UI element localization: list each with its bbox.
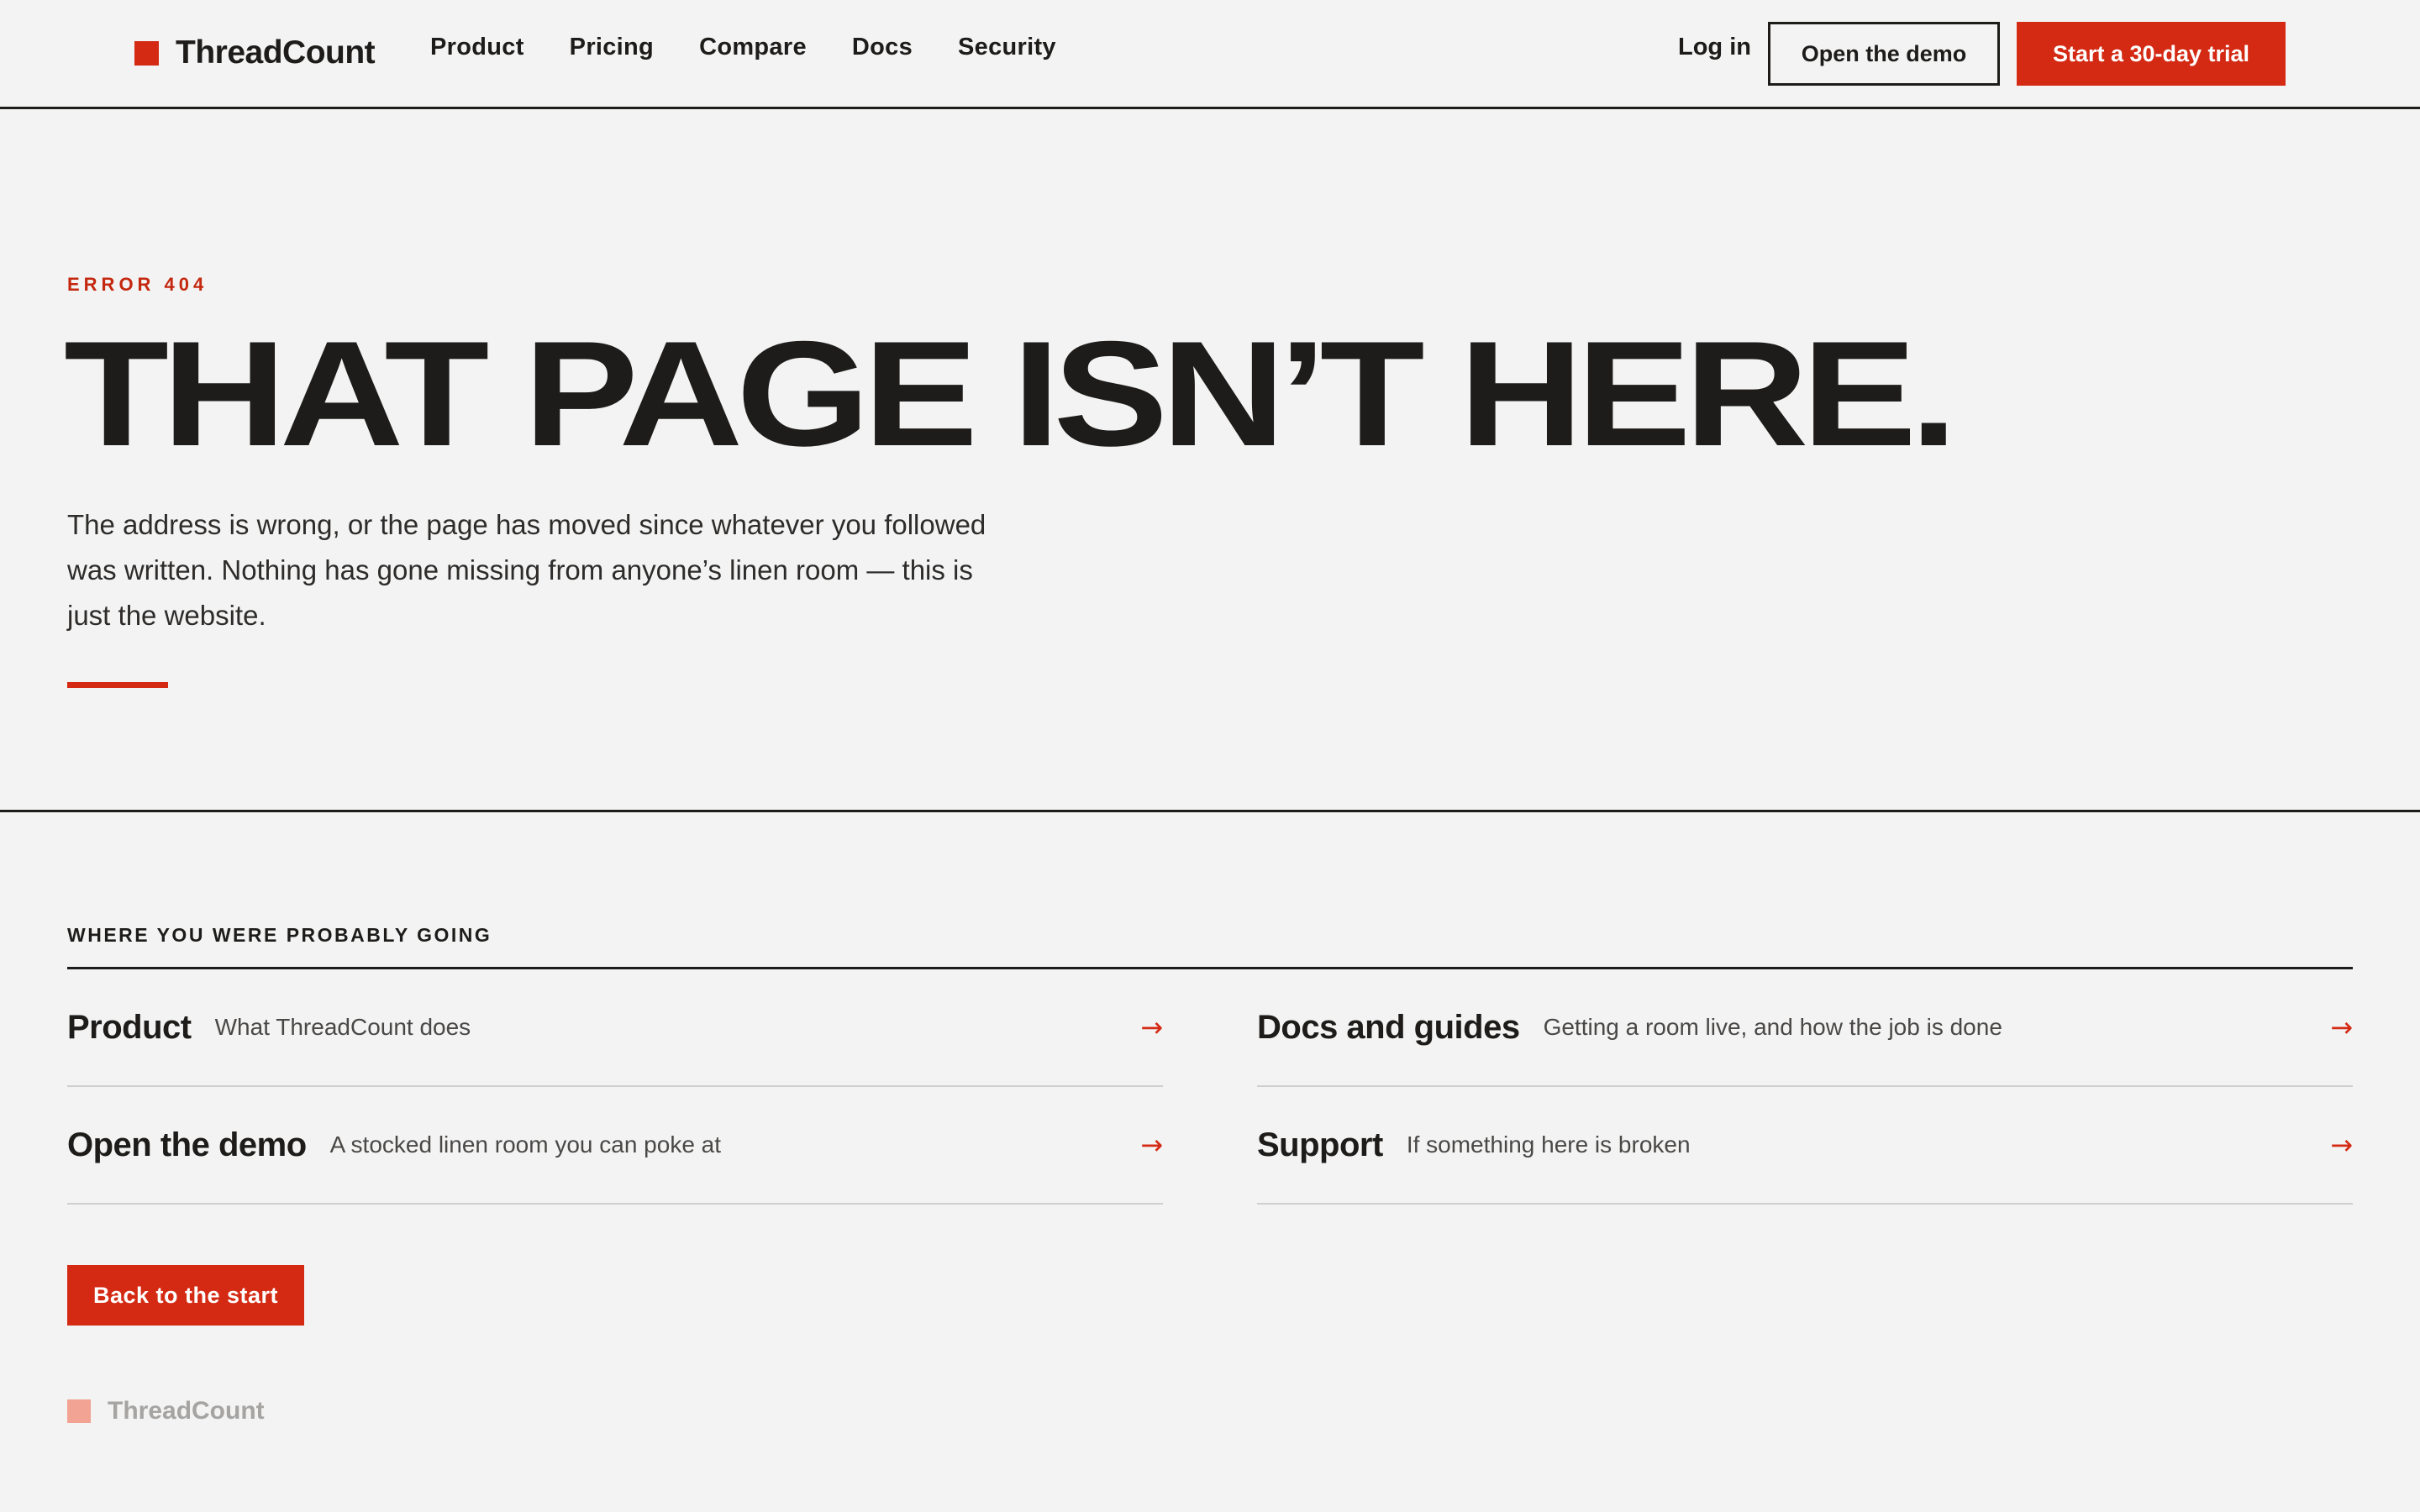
- suggestion-link-support[interactable]: Support If something here is broken →: [1257, 1087, 2353, 1205]
- section-divider: [0, 810, 2420, 812]
- error-description: The address is wrong, or the page has mo…: [67, 509, 986, 631]
- nav-link-compare[interactable]: Compare: [699, 34, 807, 61]
- login-link[interactable]: Log in: [1678, 30, 1751, 64]
- back-to-start-button[interactable]: Back to the start: [67, 1265, 304, 1326]
- suggestion-description: A stocked linen room you can poke at: [329, 1131, 722, 1158]
- footer-brand-link[interactable]: ThreadCount: [67, 1396, 265, 1426]
- arrow-right-icon: →: [1140, 1129, 1163, 1161]
- brand-logo-link[interactable]: ThreadCount: [134, 32, 376, 74]
- suggestions-heading: WHERE YOU WERE PROBABLY GOING: [67, 924, 492, 946]
- nav-link-security[interactable]: Security: [958, 34, 1056, 61]
- suggestion-description: If something here is broken: [1406, 1131, 1691, 1158]
- site-header: ThreadCount Product Pricing Compare Docs…: [0, 0, 2420, 109]
- nav-link-product[interactable]: Product: [430, 34, 524, 61]
- page-title: THAT PAGE ISN’T HERE.: [64, 310, 1958, 477]
- suggestion-link-docs[interactable]: Docs and guides Getting a room live, and…: [1257, 969, 2353, 1087]
- accent-rule: [67, 682, 168, 688]
- suggestion-title: Product: [67, 1008, 192, 1046]
- brand-name: ThreadCount: [176, 34, 376, 71]
- suggestions-list: Product What ThreadCount does → Docs and…: [67, 969, 2353, 1205]
- start-trial-button[interactable]: Start a 30-day trial: [2017, 22, 2286, 86]
- brand-square-icon: [134, 40, 159, 66]
- arrow-right-icon: →: [2330, 1011, 2353, 1043]
- suggestion-description: What ThreadCount does: [214, 1014, 471, 1040]
- arrow-right-icon: →: [2330, 1129, 2353, 1161]
- nav-link-pricing[interactable]: Pricing: [570, 34, 654, 61]
- suggestion-link-demo[interactable]: Open the demo A stocked linen room you c…: [67, 1087, 1163, 1205]
- main-nav: Product Pricing Compare Docs Security: [430, 30, 1056, 64]
- suggestion-link-product[interactable]: Product What ThreadCount does →: [67, 969, 1163, 1087]
- nav-link-docs[interactable]: Docs: [852, 34, 913, 61]
- error-code-label: ERROR 404: [67, 274, 208, 295]
- suggestion-title: Support: [1257, 1126, 1383, 1163]
- suggestion-title: Docs and guides: [1257, 1008, 1520, 1046]
- suggestion-description: Getting a room live, and how the job is …: [1543, 1014, 2002, 1040]
- footer-brand-square-icon: [67, 1399, 91, 1423]
- suggestion-title: Open the demo: [67, 1126, 307, 1163]
- footer-brand-name: ThreadCount: [108, 1397, 265, 1425]
- open-demo-button[interactable]: Open the demo: [1768, 22, 2000, 86]
- arrow-right-icon: →: [1140, 1011, 1163, 1043]
